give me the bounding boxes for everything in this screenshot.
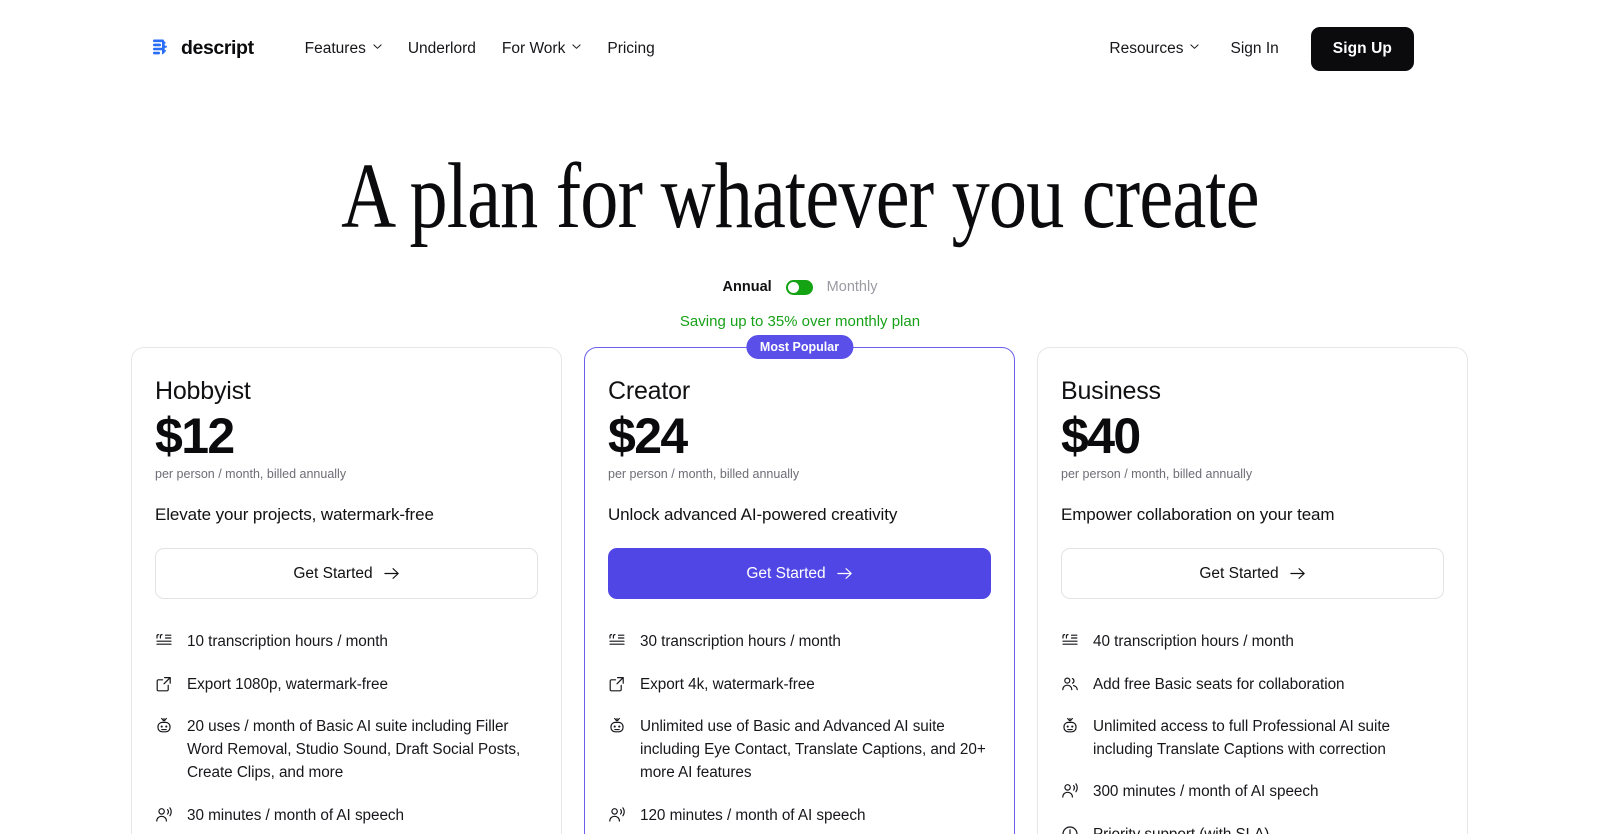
feature-text: Export 4k, watermark-free [640, 675, 815, 693]
secondary-nav: Resources Sign In Sign Up [1096, 0, 1414, 97]
pricing-cards: Hobbyist $12 per person / month, billed … [131, 335, 1469, 834]
nav-item-features[interactable]: Features [292, 32, 395, 66]
plan-name: Business [1061, 377, 1161, 405]
descript-logo[interactable]: descript [151, 37, 254, 60]
list-item: Unlimited use of Basic and Advanced AI s… [608, 715, 991, 785]
billing-annual-label[interactable]: Annual [723, 279, 772, 295]
plan-description: Empower collaboration on your team [1061, 505, 1335, 525]
list-item: Export 4k, watermark-free [608, 673, 991, 696]
hero-section: A plan for whatever you create Annual Mo… [0, 150, 1600, 330]
people-icon [1061, 675, 1079, 693]
feature-list: 40 transcription hours / month Add free … [1061, 630, 1444, 834]
feature-text: 30 transcription hours / month [640, 633, 841, 651]
ai-speech-icon [155, 806, 173, 824]
plan-description: Unlock advanced AI-powered creativity [608, 505, 898, 525]
cta-label: Get Started [293, 564, 373, 582]
billing-period-switch[interactable] [785, 279, 813, 295]
savings-note: Saving up to 35% over monthly plan [679, 313, 921, 330]
plan-price: $40 [1061, 407, 1141, 464]
list-item: Export 1080p, watermark-free [155, 673, 538, 696]
site-header: descript Features Underlord For Work Pri… [0, 0, 1600, 97]
plan-billing-note: per person / month, billed annually [1061, 467, 1253, 482]
feature-list: 10 transcription hours / month Export 10… [155, 630, 538, 827]
nav-label: For Work [501, 39, 566, 57]
plan-name: Creator [608, 377, 690, 405]
nav-item-for-work[interactable]: For Work [489, 32, 594, 66]
list-item: 30 transcription hours / month [608, 630, 991, 653]
nav-label: Features [304, 39, 366, 57]
list-item: Add free Basic seats for collaboration [1061, 673, 1444, 696]
feature-text: 300 minutes / month of AI speech [1093, 783, 1319, 801]
get-started-button[interactable]: Get Started [155, 548, 538, 600]
feature-list: 30 transcription hours / month Export 4k… [608, 630, 991, 834]
arrow-right-icon [836, 567, 853, 580]
list-item: 40 transcription hours / month [1061, 630, 1444, 653]
nav-label: Underlord [407, 39, 476, 57]
billing-monthly-label[interactable]: Monthly [827, 279, 878, 295]
transcript-icon [1061, 632, 1079, 650]
transcript-icon [155, 632, 173, 650]
primary-nav: descript Features Underlord For Work Pri… [151, 32, 668, 66]
nav-label: Resources [1109, 39, 1184, 57]
feature-text: 30 minutes / month of AI speech [187, 806, 404, 824]
list-item: Priority support (with SLA) [1061, 823, 1444, 834]
feature-text: 10 transcription hours / month [187, 633, 388, 651]
feature-text: 120 minutes / month of AI speech [640, 806, 866, 824]
chevron-down-icon [572, 42, 581, 51]
cta-label: Get Started [1199, 564, 1279, 582]
plan-billing-note: per person / month, billed annually [608, 467, 800, 482]
ai-speech-icon [1061, 782, 1079, 800]
pricing-card-creator: Most Popular Creator $24 per person / mo… [584, 335, 1015, 834]
feature-text: Priority support (with SLA) [1093, 825, 1270, 834]
feature-text: 20 uses / month of Basic AI suite includ… [187, 717, 521, 782]
export-icon [155, 675, 173, 693]
list-item: 20 uses / month of Basic AI suite includ… [155, 715, 538, 785]
chevron-down-icon [373, 42, 382, 51]
list-item: 30 minutes / month of AI speech [155, 804, 538, 827]
list-item: 10 transcription hours / month [155, 630, 538, 653]
nav-item-underlord[interactable]: Underlord [395, 32, 489, 66]
get-started-button[interactable]: Get Started [1061, 548, 1444, 600]
plan-billing-note: per person / month, billed annually [155, 467, 347, 482]
nav-item-resources[interactable]: Resources [1096, 32, 1212, 66]
list-item: 300 minutes / month of AI speech [1061, 780, 1444, 803]
pricing-card-hobbyist: Hobbyist $12 per person / month, billed … [131, 347, 562, 834]
billing-period-toggle-row: Annual Monthly [0, 279, 1600, 295]
logo-text: descript [181, 37, 254, 59]
feature-text: 40 transcription hours / month [1093, 633, 1294, 651]
list-item: Unlimited access to full Professional AI… [1061, 715, 1444, 762]
pricing-card-business: Business $40 per person / month, billed … [1037, 347, 1468, 834]
ai-speech-icon [608, 806, 626, 824]
export-icon [608, 675, 626, 693]
most-popular-badge: Most Popular [745, 335, 854, 359]
feature-text: Export 1080p, watermark-free [187, 675, 388, 693]
transcript-icon [608, 632, 626, 650]
chevron-down-icon [1190, 42, 1200, 51]
plan-price: $12 [155, 407, 235, 464]
switch-knob [787, 281, 799, 293]
page-title: A plan for whatever you create [341, 145, 1259, 248]
robot-ai-icon [608, 717, 626, 735]
nav-item-pricing[interactable]: Pricing [594, 32, 667, 66]
robot-ai-icon [155, 717, 173, 735]
feature-text: Unlimited use of Basic and Advanced AI s… [640, 717, 986, 782]
sign-up-button[interactable]: Sign Up [1310, 26, 1414, 71]
cta-label: Get Started [746, 564, 826, 582]
feature-text: Add free Basic seats for collaboration [1093, 675, 1345, 693]
clock-icon [1061, 825, 1079, 834]
arrow-right-icon [1289, 567, 1306, 580]
robot-ai-icon [1061, 717, 1079, 735]
list-item: 120 minutes / month of AI speech [608, 804, 991, 827]
nav-label: Pricing [607, 39, 655, 57]
plan-name: Hobbyist [155, 377, 251, 405]
pricing-page: descript Features Underlord For Work Pri… [0, 0, 1600, 834]
plan-price: $24 [608, 407, 688, 464]
arrow-right-icon [383, 567, 400, 580]
sign-in-link[interactable]: Sign In [1212, 32, 1296, 66]
get-started-button[interactable]: Get Started [608, 548, 991, 600]
feature-text: Unlimited access to full Professional AI… [1093, 717, 1390, 758]
descript-logo-icon [151, 38, 172, 59]
plan-description: Elevate your projects, watermark-free [155, 505, 434, 525]
